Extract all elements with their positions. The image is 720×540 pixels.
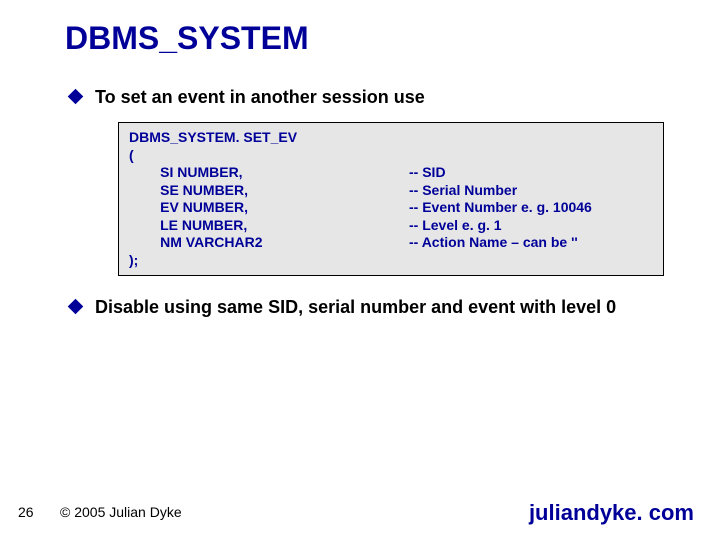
code-param: SE NUMBER, bbox=[129, 182, 409, 200]
code-comment: -- Serial Number bbox=[409, 182, 517, 200]
code-comment: -- Action Name – can be '' bbox=[409, 234, 578, 252]
bullet-1-text: To set an event in another session use bbox=[95, 86, 425, 109]
copyright: © 2005 Julian Dyke bbox=[60, 504, 182, 520]
bullet-2: Disable using same SID, serial number an… bbox=[70, 296, 690, 319]
site-url: juliandyke. com bbox=[529, 500, 694, 526]
diamond-icon bbox=[68, 89, 84, 105]
code-param: NM VARCHAR2 bbox=[129, 234, 409, 252]
code-param: SI NUMBER, bbox=[129, 164, 409, 182]
diamond-icon bbox=[68, 299, 84, 315]
code-param: EV NUMBER, bbox=[129, 199, 409, 217]
slide-title: DBMS_SYSTEM bbox=[65, 20, 309, 57]
code-line: ); bbox=[129, 252, 409, 270]
bullet-2-text: Disable using same SID, serial number an… bbox=[95, 296, 616, 319]
code-line: DBMS_SYSTEM. SET_EV bbox=[129, 129, 409, 147]
page-number: 26 bbox=[18, 504, 34, 520]
code-comment: -- Level e. g. 1 bbox=[409, 217, 502, 235]
code-box: DBMS_SYSTEM. SET_EV ( SI NUMBER, -- SID … bbox=[118, 122, 664, 276]
code-comment: -- Event Number e. g. 10046 bbox=[409, 199, 592, 217]
bullet-1: To set an event in another session use bbox=[70, 86, 425, 109]
code-line: ( bbox=[129, 147, 409, 165]
slide: DBMS_SYSTEM To set an event in another s… bbox=[0, 0, 720, 540]
code-comment: -- SID bbox=[409, 164, 446, 182]
code-param: LE NUMBER, bbox=[129, 217, 409, 235]
